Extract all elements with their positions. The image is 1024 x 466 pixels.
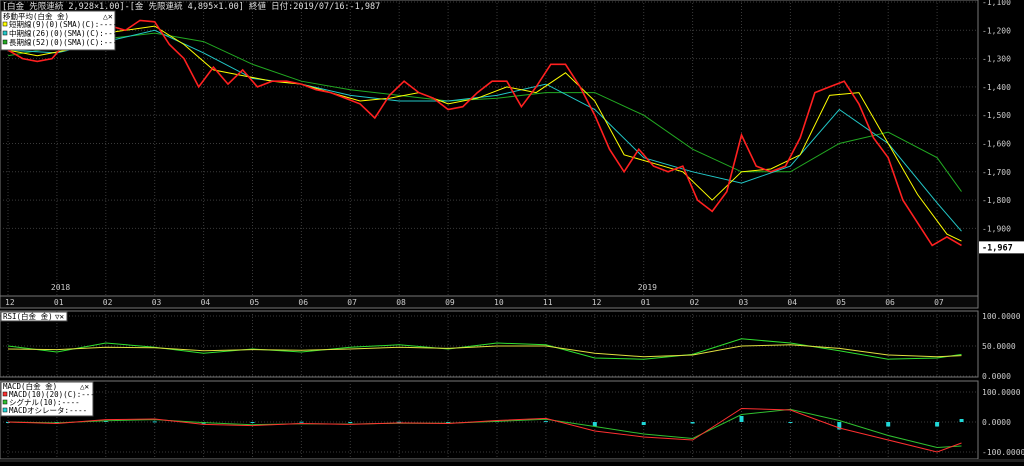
ma-legend[interactable]: 移動平均(白金 金) △✕ 短期線(9)(0)(SMA)(C):---- 中期線… — [0, 10, 122, 51]
month-tick-label: 03 — [152, 298, 162, 307]
month-tick-label: 12 — [592, 298, 602, 307]
month-tick-label: 06 — [298, 298, 308, 307]
month-tick-label: 07 — [934, 298, 944, 307]
macd-osc-bar — [348, 422, 353, 423]
ma-legend-item: 短期線(9)(0)(SMA)(C):---- — [9, 19, 117, 29]
sma9-swatch — [2, 21, 8, 27]
price-tick-label: -1,500 — [982, 111, 1011, 120]
macd-osc-bar — [739, 416, 744, 422]
month-tick-label: 07 — [347, 298, 357, 307]
macd-osc-bar — [959, 419, 964, 422]
collapse-icon[interactable]: ▽✕ — [55, 312, 65, 321]
rsi-legend-title: RSI(白金 金) — [3, 311, 53, 321]
sma26-swatch — [2, 30, 8, 36]
macd-legend-item: MACDオシレータ:---- — [9, 406, 87, 415]
month-tick-label: 02 — [103, 298, 113, 307]
month-tick-label: 06 — [885, 298, 895, 307]
macd-swatch — [2, 391, 8, 397]
macd-osc-bar — [250, 422, 255, 423]
month-tick-label: 09 — [445, 298, 455, 307]
macd-tick-label: -100.0000 — [982, 448, 1024, 457]
rsi-tick-label: 50.0000 — [982, 342, 1016, 351]
macd-osc-bar — [886, 422, 891, 427]
price-tick-label: -1,700 — [982, 168, 1011, 177]
sma52-swatch — [2, 39, 8, 45]
macd-tick-label: 100.0000 — [982, 388, 1021, 397]
macd-tick-label: 0.0000 — [982, 418, 1011, 427]
month-tick-label: 02 — [690, 298, 700, 307]
year-label: 2018 — [51, 283, 70, 292]
chart-window: 12 01 02 03 04 05 06 07 08 09 10 11 12 01 02 03 04 05 06 07… — [0, 0, 1024, 462]
price-tick-label: -1,600 — [982, 140, 1011, 149]
chart-canvas: 12 01 02 03 04 05 06 07 08 09 10 11 12 01 02 03 04 05 06 07… — [0, 0, 1024, 462]
month-tick-label: 01 — [641, 298, 651, 307]
month-tick-label: 10 — [494, 298, 504, 307]
macd-legend[interactable]: MACD(白金 金) △✕ MACD(10)(20)(C):---- シグナル(… — [0, 381, 99, 417]
rsi-tick-label: 100.0000 — [982, 312, 1021, 321]
ma-legend-item: 長期線(52)(0)(SMA)(C):---- — [9, 37, 122, 47]
macd-osc-bar — [299, 421, 304, 423]
month-tick-label: 08 — [396, 298, 406, 307]
macd-osc-bar — [152, 421, 157, 423]
macd-osc-bar — [641, 422, 646, 425]
chart-title: [白金 先限連続 2,928×1.00]-[金 先限連続 4,895×1.00]… — [2, 1, 380, 12]
month-tick-label: 04 — [787, 298, 797, 307]
year-label: 2019 — [638, 283, 657, 292]
last-value-label: -1,967 — [982, 243, 1013, 253]
macd-osc-bar — [788, 422, 793, 423]
osc-swatch — [2, 407, 8, 413]
rsi-legend[interactable]: RSI(白金 金) ▽✕ — [0, 311, 68, 322]
price-tick-label: -1,100 — [982, 0, 1011, 7]
macd-osc-bar — [690, 422, 695, 424]
month-tick-label: 11 — [543, 298, 553, 307]
rsi-tick-label: 0.0000 — [982, 372, 1011, 381]
price-tick-label: -1,900 — [982, 224, 1011, 233]
price-tick-label: -1,800 — [982, 196, 1011, 205]
month-tick-label: 05 — [836, 298, 846, 307]
month-tick-label: 04 — [201, 298, 211, 307]
signal-swatch — [2, 399, 8, 405]
month-tick-label: 12 — [5, 298, 15, 307]
macd-osc-bar — [935, 422, 940, 427]
price-tick-label: -1,200 — [982, 26, 1011, 35]
ma-legend-item: 中期線(26)(0)(SMA)(C):---- — [9, 28, 122, 38]
month-tick-label: 01 — [54, 298, 64, 307]
price-tick-label: -1,400 — [982, 83, 1011, 92]
price-tick-label: -1,300 — [982, 55, 1011, 64]
month-axis — [0, 295, 979, 309]
month-tick-label: 05 — [250, 298, 260, 307]
macd-osc-bar — [543, 421, 548, 423]
month-tick-label: 03 — [739, 298, 749, 307]
